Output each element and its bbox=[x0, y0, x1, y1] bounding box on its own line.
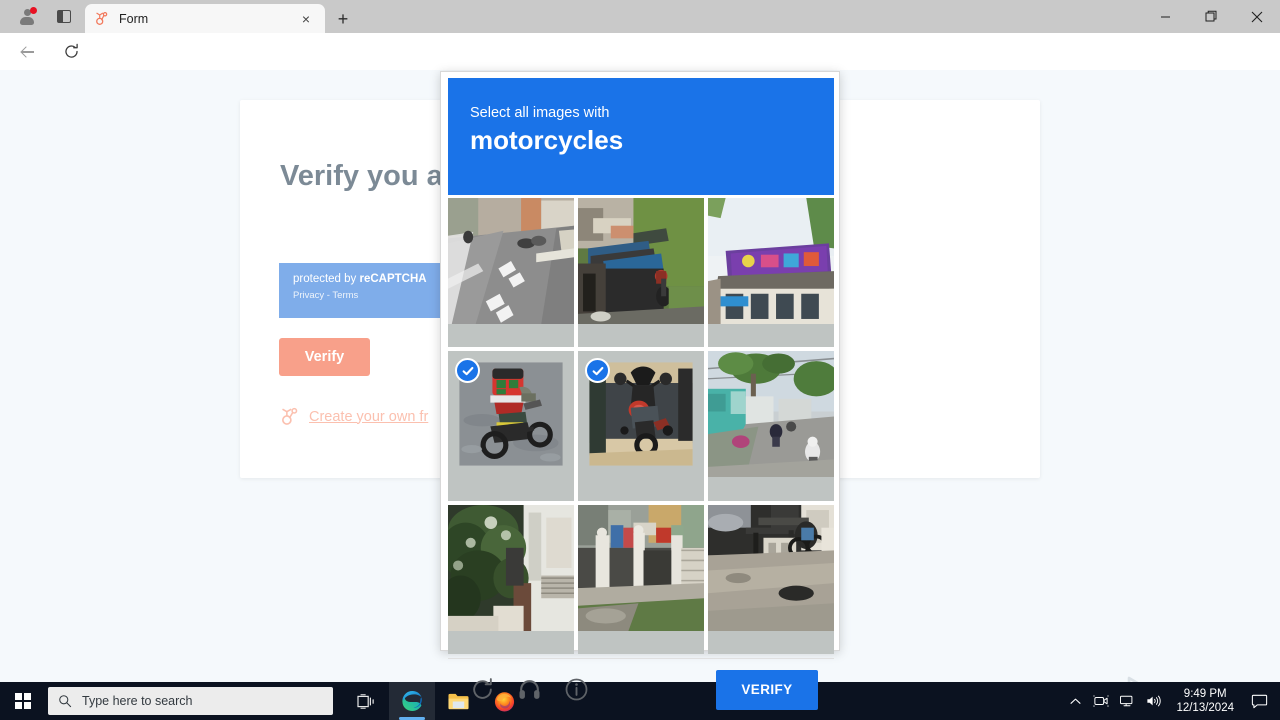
captcha-image bbox=[448, 198, 574, 324]
reload-icon[interactable] bbox=[464, 672, 500, 708]
captcha-target-object: motorcycles bbox=[470, 125, 624, 155]
tab-title: Form bbox=[119, 11, 149, 26]
back-arrow-icon bbox=[20, 44, 35, 59]
window-controls bbox=[1142, 0, 1280, 33]
recaptcha-brand-text: reCAPTCHA bbox=[359, 273, 427, 285]
hubspot-sprocket-icon bbox=[93, 10, 110, 27]
hubspot-sprocket-icon bbox=[279, 406, 300, 427]
captcha-image bbox=[708, 198, 834, 324]
close-button[interactable] bbox=[1234, 0, 1280, 33]
browser-tab[interactable]: Form × bbox=[85, 4, 325, 33]
clock-time: 9:49 PM bbox=[1183, 688, 1227, 700]
reload-button[interactable] bbox=[57, 37, 86, 66]
captcha-tile[interactable] bbox=[578, 351, 704, 501]
captcha-tile[interactable] bbox=[708, 198, 834, 348]
captcha-header: Select all images with motorcycles bbox=[448, 78, 834, 195]
tab-close-icon[interactable]: × bbox=[295, 8, 317, 30]
microsoft-edge-icon[interactable] bbox=[389, 682, 435, 720]
captcha-tile[interactable] bbox=[448, 351, 574, 501]
captcha-image bbox=[578, 198, 704, 324]
minimize-button[interactable] bbox=[1142, 0, 1188, 33]
volume-icon[interactable] bbox=[1140, 682, 1166, 720]
captcha-footer: VERIFY bbox=[448, 658, 834, 720]
captcha-tile[interactable] bbox=[578, 198, 704, 348]
hubspot-link-row[interactable]: Create your own fr bbox=[279, 406, 428, 427]
recaptcha-protected-text: protected by bbox=[293, 273, 360, 285]
new-tab-button[interactable]: + bbox=[330, 7, 356, 30]
headphones-icon[interactable] bbox=[511, 672, 547, 708]
recaptcha-challenge-dialog: Select all images with motorcycles VERIF… bbox=[440, 71, 840, 710]
task-view-icon[interactable] bbox=[343, 682, 389, 720]
info-icon[interactable] bbox=[558, 672, 594, 708]
search-icon bbox=[58, 694, 72, 708]
captcha-image-grid bbox=[448, 198, 834, 654]
captcha-tile[interactable] bbox=[708, 504, 834, 654]
search-input[interactable]: Type here to search bbox=[48, 687, 333, 715]
captcha-instruction: Select all images with bbox=[470, 105, 610, 121]
restore-button[interactable] bbox=[1188, 0, 1234, 33]
show-hidden-icons-chevron[interactable] bbox=[1062, 682, 1088, 720]
captcha-image bbox=[448, 504, 574, 631]
system-tray: 9:49 PM 12/13/2024 bbox=[1062, 682, 1280, 720]
windows-start-icon[interactable] bbox=[0, 682, 46, 720]
anyrun-watermark: ANY RUN bbox=[1034, 666, 1257, 682]
browser-window: Form × + Verify you a protected by reCAP… bbox=[0, 0, 1280, 710]
notification-icon[interactable] bbox=[1244, 682, 1274, 720]
anyrun-play-logo-icon bbox=[1119, 674, 1171, 682]
browser-titlebar: Form × + bbox=[0, 0, 1280, 33]
captcha-image bbox=[708, 504, 834, 631]
profile-alert-dot bbox=[29, 7, 37, 14]
camera-icon[interactable] bbox=[1088, 682, 1114, 720]
network-icon[interactable] bbox=[1114, 682, 1140, 720]
vertical-tabs-icon bbox=[57, 10, 71, 23]
captcha-tile[interactable] bbox=[448, 504, 574, 654]
reload-icon bbox=[65, 43, 78, 58]
captcha-tile[interactable] bbox=[708, 351, 834, 501]
taskbar-clock[interactable]: 9:49 PM 12/13/2024 bbox=[1166, 687, 1244, 715]
back-button[interactable] bbox=[13, 37, 42, 66]
captcha-verify-button[interactable]: VERIFY bbox=[716, 669, 818, 710]
form-verify-button[interactable]: Verify bbox=[279, 338, 370, 376]
create-your-own-form-link[interactable]: Create your own fr bbox=[309, 409, 428, 425]
captcha-image bbox=[708, 351, 834, 478]
captcha-image bbox=[578, 504, 704, 631]
clock-date: 12/13/2024 bbox=[1176, 702, 1234, 714]
profile-button[interactable] bbox=[8, 3, 46, 30]
avatar-icon bbox=[20, 7, 37, 25]
tab-actions-button[interactable] bbox=[50, 4, 78, 29]
browser-toolbar: https://share.hsforms.com/1N6Xc3EJ4S7yuz… bbox=[0, 33, 1280, 99]
captcha-tile[interactable] bbox=[578, 504, 704, 654]
captcha-tile[interactable] bbox=[448, 198, 574, 348]
search-placeholder: Type here to search bbox=[82, 694, 193, 708]
